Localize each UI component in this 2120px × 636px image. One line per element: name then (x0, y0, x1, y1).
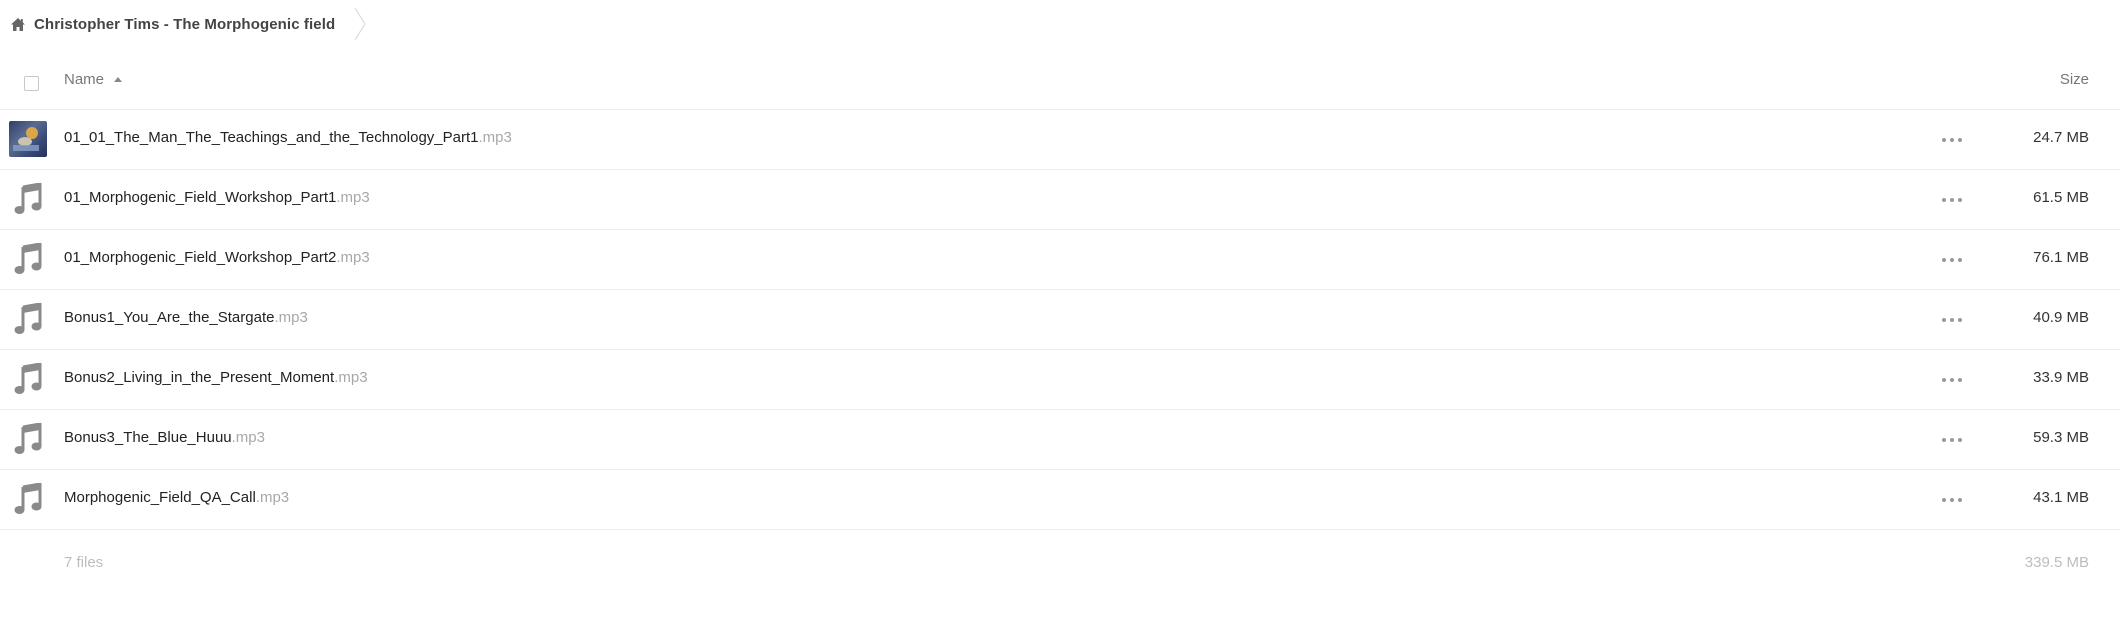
file-basename: Bonus3_The_Blue_Huuu (64, 429, 232, 446)
chevron-right-icon (353, 6, 367, 42)
more-options-icon[interactable] (1942, 134, 1962, 146)
file-extension: .mp3 (274, 309, 308, 326)
music-note-icon[interactable] (9, 481, 47, 517)
table-row[interactable]: 01_01_The_Man_The_Teachings_and_the_Tech… (0, 110, 2120, 170)
music-note-icon[interactable] (9, 361, 47, 397)
album-art-thumbnail[interactable] (9, 121, 47, 157)
music-note-icon[interactable] (9, 421, 47, 457)
select-all-checkbox[interactable] (24, 76, 39, 91)
file-name[interactable]: 01_Morphogenic_Field_Workshop_Part1.mp3 (64, 189, 370, 206)
breadcrumb-current-folder[interactable]: Christopher Tims - The Morphogenic field (34, 16, 335, 33)
more-options-icon[interactable] (1942, 374, 1962, 386)
file-size: 76.1 MB (2033, 249, 2089, 266)
file-extension: .mp3 (336, 249, 370, 266)
music-note-icon[interactable] (9, 301, 47, 337)
more-options-icon[interactable] (1942, 434, 1962, 446)
table-row[interactable]: Bonus3_The_Blue_Huuu.mp3 59.3 MB (0, 410, 2120, 470)
file-name[interactable]: Morphogenic_Field_QA_Call.mp3 (64, 489, 289, 506)
table-row[interactable]: Morphogenic_Field_QA_Call.mp3 43.1 MB (0, 470, 2120, 530)
more-options-icon[interactable] (1942, 194, 1962, 206)
file-basename: Bonus1_You_Are_the_Stargate (64, 309, 275, 326)
name-column-header[interactable]: Name (64, 71, 123, 88)
file-basename: 01_Morphogenic_Field_Workshop_Part2 (64, 249, 337, 266)
file-size: 40.9 MB (2033, 309, 2089, 326)
file-size: 59.3 MB (2033, 429, 2089, 446)
home-icon[interactable] (10, 15, 28, 33)
size-column-header[interactable]: Size (2060, 71, 2089, 88)
file-extension: .mp3 (334, 369, 368, 386)
more-options-icon[interactable] (1942, 494, 1962, 506)
file-name[interactable]: Bonus2_Living_in_the_Present_Moment.mp3 (64, 369, 368, 386)
total-size: 339.5 MB (2024, 554, 2089, 571)
file-extension: .mp3 (231, 429, 265, 446)
sort-ascending-icon (114, 77, 123, 82)
file-name[interactable]: 01_Morphogenic_Field_Workshop_Part2.mp3 (64, 249, 370, 266)
table-summary: 7 files 339.5 MB (0, 530, 2120, 590)
breadcrumb: Christopher Tims - The Morphogenic field (10, 6, 367, 42)
file-count: 7 files (64, 554, 104, 571)
name-column-label: Name (64, 71, 105, 88)
music-note-icon[interactable] (9, 181, 47, 217)
file-name[interactable]: 01_01_The_Man_The_Teachings_and_the_Tech… (64, 129, 512, 146)
file-basename: 01_01_The_Man_The_Teachings_and_the_Tech… (64, 129, 479, 146)
table-row[interactable]: 01_Morphogenic_Field_Workshop_Part2.mp3 … (0, 230, 2120, 290)
file-extension: .mp3 (255, 489, 290, 506)
file-table: Name Size 01_01_The_Man_The_Teachings_an… (0, 56, 2120, 590)
file-size: 33.9 MB (2033, 369, 2089, 386)
table-row[interactable]: 01_Morphogenic_Field_Workshop_Part1.mp3 … (0, 170, 2120, 230)
file-browser-page: Christopher Tims - The Morphogenic field… (0, 0, 2120, 636)
more-options-icon[interactable] (1942, 314, 1962, 326)
file-extension: .mp3 (478, 129, 512, 146)
file-name[interactable]: Bonus3_The_Blue_Huuu.mp3 (64, 429, 265, 446)
file-name[interactable]: Bonus1_You_Are_the_Stargate.mp3 (64, 309, 308, 326)
table-row[interactable]: Bonus2_Living_in_the_Present_Moment.mp3 … (0, 350, 2120, 410)
more-options-icon[interactable] (1942, 254, 1962, 266)
file-extension: .mp3 (336, 189, 370, 206)
file-size: 24.7 MB (2033, 129, 2089, 146)
file-size: 61.5 MB (2033, 189, 2089, 206)
file-basename: Bonus2_Living_in_the_Present_Moment (64, 369, 335, 386)
file-basename: Morphogenic_Field_QA_Call (64, 489, 256, 506)
table-row[interactable]: Bonus1_You_Are_the_Stargate.mp3 40.9 MB (0, 290, 2120, 350)
file-size: 43.1 MB (2033, 489, 2089, 506)
music-note-icon[interactable] (9, 241, 47, 277)
file-basename: 01_Morphogenic_Field_Workshop_Part1 (64, 189, 337, 206)
table-header: Name Size (0, 56, 2120, 110)
